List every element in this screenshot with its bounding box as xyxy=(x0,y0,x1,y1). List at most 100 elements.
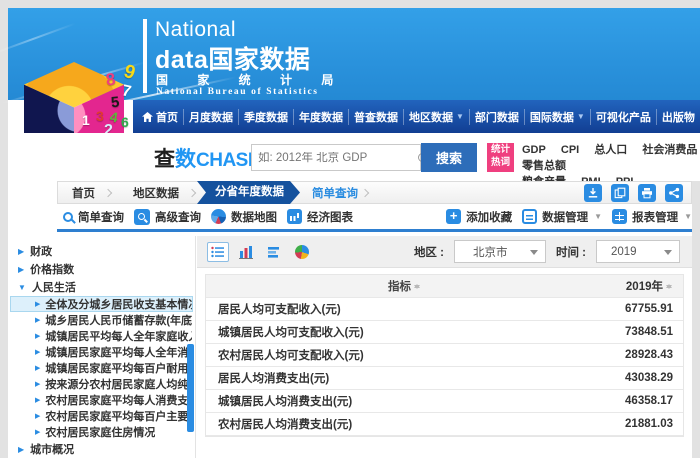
data-map-icon xyxy=(211,209,226,224)
region-label: 地区 : xyxy=(414,244,444,260)
collapsed-arrow-icon: ▶ xyxy=(18,247,24,256)
logo-digit: 3 xyxy=(96,108,104,124)
collapsed-arrow-icon: ▶ xyxy=(35,332,40,340)
sidebar-scrollbar-thumb[interactable] xyxy=(187,344,194,432)
hot-word-population[interactable]: 总人口 xyxy=(594,144,627,156)
horizontal-bar-icon[interactable] xyxy=(263,242,285,262)
nav-item-monthly[interactable]: 月度数据 xyxy=(183,109,238,125)
search-section: 查数CHASHU 搜索 统计 热词 GDP CPI 总人口 社会消费品零售总额 … xyxy=(8,133,700,182)
pie-chart-icon[interactable] xyxy=(291,242,313,262)
magnifier-square-icon xyxy=(134,209,150,225)
indicator-name: 居民人均消费支出(元) xyxy=(206,370,533,386)
nav-item-census[interactable]: 普查数据 xyxy=(348,109,403,125)
copy-icon[interactable] xyxy=(611,184,629,202)
sidebar-subitem-urban-consumption[interactable]: ▶城镇居民家庭平均每人全年消费性支出 xyxy=(10,344,193,360)
list-view-icon[interactable] xyxy=(207,242,229,262)
sidebar-subitem-urban-income-source[interactable]: ▶城镇居民平均每人全年家庭收入来源 xyxy=(10,328,193,344)
breadcrumb-region-data[interactable]: 地区数据 xyxy=(119,185,185,201)
collapsed-arrow-icon: ▶ xyxy=(35,316,40,324)
breadcrumb-home[interactable]: 首页 xyxy=(58,185,101,201)
time-select[interactable]: 2019 xyxy=(596,240,680,263)
sidebar-item-city-overview[interactable]: ▶城市概况 xyxy=(8,440,195,458)
filters: 地区 : 北京市 时间 : 2019 xyxy=(414,240,682,263)
search-button[interactable]: 搜索 xyxy=(421,143,477,172)
chart-icon xyxy=(287,209,302,224)
search-input[interactable] xyxy=(252,152,418,164)
hot-words-badge: 统计 热词 xyxy=(487,143,514,172)
column-header-year[interactable]: 2019年 xyxy=(533,278,683,294)
sidebar-subitem-rural-consumption[interactable]: ▶农村居民家庭平均每人消费支出 xyxy=(10,392,193,408)
sidebar-subitem-rural-net-income[interactable]: ▶按来源分农村居民家庭人均纯收入 xyxy=(10,376,193,392)
sidebar-subitem-income-basic[interactable]: ▶全体及分城乡居民收支基本情况(新口径) xyxy=(10,296,193,312)
sort-icon[interactable] xyxy=(414,281,421,291)
logo-digit: 1 xyxy=(82,112,90,128)
collapsed-arrow-icon: ▶ xyxy=(35,412,40,420)
nav-item-regional[interactable]: 地区数据▼ xyxy=(403,109,469,125)
collapsed-arrow-icon: ▶ xyxy=(35,428,40,436)
bar-chart-icon[interactable] xyxy=(235,242,257,262)
nav-item-departmental[interactable]: 部门数据 xyxy=(469,109,524,125)
simple-query-button[interactable]: 简单查询 xyxy=(63,209,124,225)
table-header-row: 指标 2019年 xyxy=(206,275,683,298)
panel-control-bar: 地区 : 北京市 时间 : 2019 xyxy=(197,236,692,268)
report-manage-button[interactable]: 报表管理▼ xyxy=(612,209,692,225)
region-select[interactable]: 北京市 xyxy=(454,240,546,263)
chevron-separator-icon xyxy=(361,188,369,196)
table-row: 城镇居民人均消费支出(元) 46358.17 xyxy=(206,390,683,413)
data-map-button[interactable]: 数据地图 xyxy=(211,209,277,225)
grid-icon xyxy=(612,209,627,224)
banner-streak xyxy=(0,23,76,56)
chevron-down-icon: ▼ xyxy=(456,112,464,121)
advanced-query-button[interactable]: 高级查询 xyxy=(134,209,201,225)
column-header-indicator[interactable]: 指标 xyxy=(206,278,533,294)
chevron-down-icon: ▼ xyxy=(594,212,602,221)
search-box xyxy=(251,144,421,171)
indicator-value: 21881.03 xyxy=(533,418,683,430)
hot-word-cpi[interactable]: CPI xyxy=(561,144,579,156)
collapsed-arrow-icon: ▶ xyxy=(35,380,40,388)
chevron-separator-icon xyxy=(188,188,196,196)
nav-item-annual[interactable]: 年度数据 xyxy=(293,109,348,125)
chevron-down-icon: ▼ xyxy=(577,112,585,121)
nav-item-home[interactable]: 首页 xyxy=(137,109,183,125)
sidebar-item-people-livelihood[interactable]: ▼人民生活 xyxy=(8,278,195,296)
economic-charts-button[interactable]: 经济图表 xyxy=(287,209,353,225)
nav-item-publications[interactable]: 出版物 xyxy=(656,109,700,125)
sidebar-subitem-urban-durables[interactable]: ▶城镇居民家庭平均每百户耐用消费品拥有量 xyxy=(10,360,193,376)
breadcrumb-actions xyxy=(584,184,691,202)
hot-word-gdp[interactable]: GDP xyxy=(522,144,546,156)
indicator-name: 农村居民人均消费支出(元) xyxy=(206,416,533,432)
sidebar-item-price-index[interactable]: ▶价格指数 xyxy=(8,260,195,278)
plus-icon xyxy=(446,209,461,224)
indicator-tree-sidebar: ▶财政 ▶价格指数 ▼人民生活 ▶全体及分城乡居民收支基本情况(新口径) ▶城乡… xyxy=(8,236,196,458)
time-label: 时间 : xyxy=(556,244,586,260)
nav-item-visualization[interactable]: 可视化产品 xyxy=(590,109,656,125)
add-favorite-button[interactable]: 添加收藏 xyxy=(446,209,512,225)
collapsed-arrow-icon: ▶ xyxy=(18,265,24,274)
data-manage-button[interactable]: 数据管理▼ xyxy=(522,209,602,225)
sidebar-subitem-rural-housing[interactable]: ▶农村居民家庭住房情况 xyxy=(10,424,193,440)
logo-digit: 8 xyxy=(105,69,117,90)
sidebar-subitem-savings[interactable]: ▶城乡居民人民币储蓄存款(年底余额) xyxy=(10,312,193,328)
sidebar-subitem-rural-durables[interactable]: ▶农村居民家庭平均每百户主要耐用消费品拥有量 xyxy=(10,408,193,424)
indicator-name: 居民人均可支配收入(元) xyxy=(206,301,533,317)
breadcrumb-active-tab[interactable]: 分省年度数据 xyxy=(197,181,300,204)
breadcrumb-current[interactable]: 简单查询 xyxy=(312,185,358,201)
indicator-value: 67755.91 xyxy=(533,303,683,315)
indicator-table: 指标 2019年 居民人均可支配收入(元) 67755.91 城镇居民人均可支配… xyxy=(205,274,684,437)
share-icon[interactable] xyxy=(665,184,683,202)
nav-item-quarterly[interactable]: 季度数据 xyxy=(238,109,293,125)
print-icon[interactable] xyxy=(638,184,656,202)
collapsed-arrow-icon: ▶ xyxy=(35,364,40,372)
breadcrumb: 首页 地区数据 分省年度数据 简单查询 xyxy=(57,181,692,204)
logo-divider-bar xyxy=(143,19,147,93)
nav-item-international[interactable]: 国际数据▼ xyxy=(524,109,590,125)
sort-icon[interactable] xyxy=(666,281,673,291)
sidebar-item-finance[interactable]: ▶财政 xyxy=(8,242,195,260)
query-toolbar: 简单查询 高级查询 数据地图 经济图表 添加收藏 数据管理▼ 报表管理▼ xyxy=(57,204,692,229)
download-icon[interactable] xyxy=(584,184,602,202)
collapsed-arrow-icon: ▶ xyxy=(35,396,40,404)
bureau-name-en: National Bureau of Statistics xyxy=(156,87,319,97)
chevron-down-icon: ▼ xyxy=(684,212,692,221)
collapsed-arrow-icon: ▶ xyxy=(35,348,40,356)
